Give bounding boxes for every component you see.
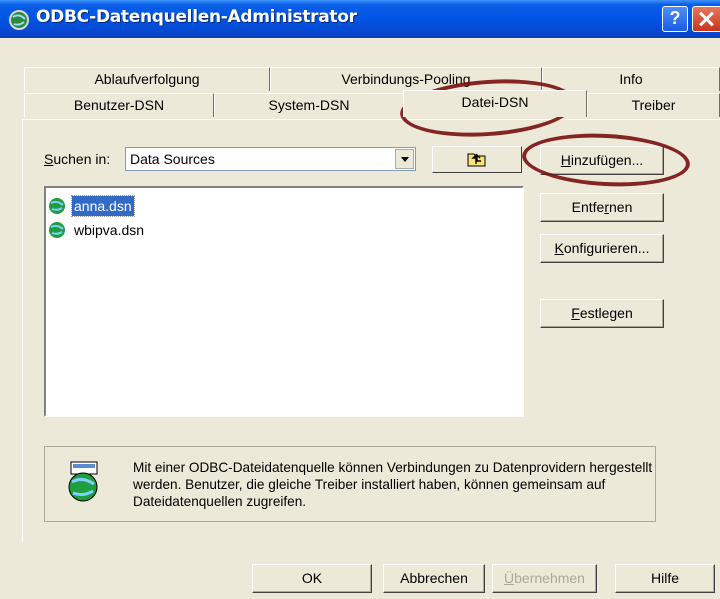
tab-ablaufverfolgung[interactable]: Ablaufverfolgung [24, 67, 270, 91]
globe-dsn-icon [49, 222, 65, 238]
file-name: anna.dsn [71, 195, 135, 217]
search-label: Suchen in: [44, 151, 111, 167]
help-title-button[interactable]: ? [662, 6, 688, 32]
globe-dsn-icon [49, 198, 65, 214]
tab-system-dsn[interactable]: System-DSN [214, 93, 404, 117]
file-list[interactable]: anna.dsn wbipva.dsn [44, 186, 524, 417]
tab-info[interactable]: Info [542, 67, 720, 91]
add-button[interactable]: Hinzufügen... [540, 146, 664, 175]
tab-datei-dsn[interactable]: Datei-DSN [403, 90, 587, 117]
info-box: Mit einer ODBC-Dateidatenquelle können V… [44, 446, 656, 522]
set-button[interactable]: Festlegen [540, 299, 664, 328]
info-text: Mit einer ODBC-Dateidatenquelle können V… [133, 460, 653, 509]
odbc-app-icon [9, 10, 29, 30]
tab-verbindungs-pooling[interactable]: Verbindungs-Pooling [270, 67, 542, 91]
ok-button[interactable]: OK [252, 564, 372, 593]
file-name: wbipva.dsn [74, 222, 145, 238]
chevron-down-icon[interactable] [395, 149, 414, 169]
search-combo-value: Data Sources [130, 151, 215, 167]
tab-benutzer-dsn[interactable]: Benutzer-DSN [24, 93, 214, 117]
search-combo[interactable]: Data Sources [125, 147, 416, 171]
remove-button[interactable]: Entfernen [540, 193, 664, 222]
folder-up-icon [467, 153, 486, 167]
help-button[interactable]: Hilfe [615, 564, 715, 593]
close-button[interactable] [692, 6, 720, 32]
computer-globe-icon [68, 461, 98, 502]
title-bar[interactable]: ODBC-Datenquellen-Administrator ? [0, 0, 720, 38]
dialog-window: ODBC-Datenquellen-Administrator ? Ablauf… [0, 0, 720, 599]
configure-button[interactable]: Konfigurieren... [540, 234, 664, 263]
tab-treiber[interactable]: Treiber [587, 93, 720, 117]
cancel-button[interactable]: Abbrechen [383, 564, 485, 593]
window-title: ODBC-Datenquellen-Administrator [36, 7, 357, 27]
folder-up-button[interactable] [432, 146, 522, 173]
apply-button[interactable]: Übernehmen [492, 564, 597, 593]
